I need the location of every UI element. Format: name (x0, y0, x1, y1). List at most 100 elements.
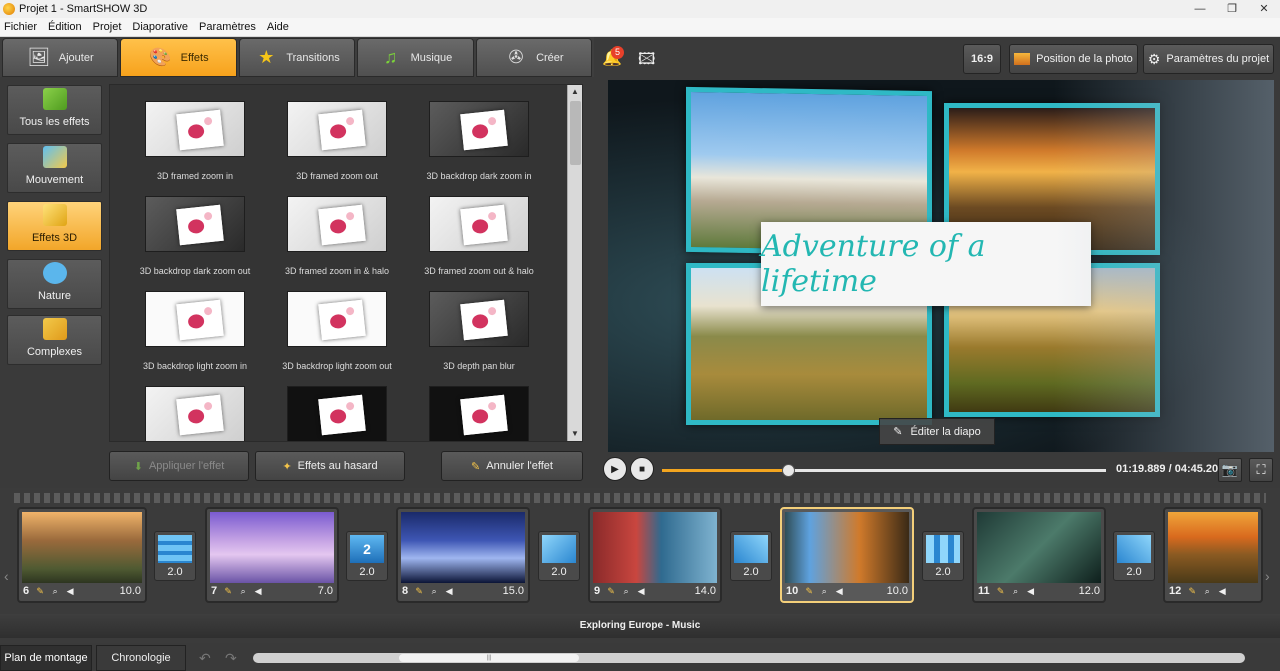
minimize-button[interactable]: — (1184, 0, 1216, 18)
effect-item[interactable]: 3D backdrop light zoom out (272, 291, 402, 383)
apply-effect-button[interactable]: ⬇ Appliquer l'effet (109, 451, 249, 481)
chevron-right-icon[interactable]: › (1265, 568, 1270, 584)
photo-position-button[interactable]: Position de la photo (1009, 44, 1138, 74)
effect-item[interactable] (130, 386, 260, 441)
fullscreen-button[interactable]: ⛶ (1249, 458, 1273, 482)
effect-item[interactable]: 3D backdrop light zoom in (130, 291, 260, 383)
tab-creer[interactable]: ✇ Créer (475, 38, 593, 77)
sound-icon[interactable]: ◀ (636, 586, 646, 596)
sound-icon[interactable]: ◀ (1217, 586, 1227, 596)
category-nature[interactable]: Nature (7, 259, 102, 309)
tab-transitions[interactable]: ★ Transitions (238, 38, 356, 77)
transition-image (926, 535, 960, 563)
transition-thumbnail[interactable]: 2 2.0 (346, 531, 388, 581)
stop-button[interactable]: ■ (630, 457, 654, 481)
effect-item[interactable]: 3D backdrop dark zoom in (414, 101, 544, 193)
slide-thumbnail[interactable]: 8 ✎ ⌕ ◀ 15.0 (396, 507, 530, 603)
transition-thumbnail[interactable]: 2.0 (922, 531, 964, 581)
redo-icon[interactable]: ↷ (225, 650, 237, 667)
maximize-button[interactable]: ❐ (1216, 0, 1248, 18)
project-settings-button[interactable]: ⚙ Paramètres du projet (1143, 44, 1274, 74)
tab-ajouter[interactable]: 🖼 Ajouter (2, 38, 119, 77)
category-complex[interactable]: Complexes (7, 315, 102, 365)
menu-fichier[interactable]: Fichier (4, 21, 37, 33)
slide-title-text: Adventure of a lifetime (761, 222, 1091, 306)
pencil-icon[interactable]: ✎ (1187, 586, 1197, 596)
menu-parametres[interactable]: Paramètres (199, 21, 256, 33)
snapshot-button[interactable]: 📷 (1218, 458, 1242, 482)
transition-thumbnail[interactable]: 2.0 (538, 531, 580, 581)
tab-timeline[interactable]: Chronologie (96, 645, 186, 671)
aspect-ratio-button[interactable]: 16:9 (963, 44, 1001, 74)
zoom-icon[interactable]: ⌕ (429, 586, 439, 596)
pencil-icon[interactable]: ✎ (223, 586, 233, 596)
slide-thumbnail[interactable]: 11 ✎ ⌕ ◀ 12.0 (972, 507, 1106, 603)
sound-icon[interactable]: ◀ (65, 586, 75, 596)
zoom-icon[interactable]: ⌕ (238, 586, 248, 596)
pencil-icon[interactable]: ✎ (414, 586, 424, 596)
zoom-icon[interactable]: ⌕ (819, 586, 829, 596)
tab-musique[interactable]: ♫ Musique (357, 38, 474, 77)
effect-item[interactable]: 3D backdrop dark zoom out (130, 196, 260, 288)
effect-item[interactable]: 3D framed zoom out (272, 101, 402, 193)
scroll-up-icon[interactable]: ▲ (568, 85, 582, 99)
sound-icon[interactable]: ◀ (253, 586, 263, 596)
category-label: Nature (37, 290, 72, 302)
effect-item[interactable] (414, 386, 544, 441)
slide-number: 12 (1169, 584, 1182, 597)
zoom-icon[interactable]: ⌕ (621, 586, 631, 596)
zoom-icon[interactable]: ⌕ (50, 586, 60, 596)
scroll-down-icon[interactable]: ▼ (568, 427, 582, 441)
sound-icon[interactable]: ◀ (1026, 586, 1036, 596)
slide-thumbnail[interactable]: 7 ✎ ⌕ ◀ 7.0 (205, 507, 339, 603)
menu-edition[interactable]: Édition (48, 21, 82, 33)
transition-thumbnail[interactable]: 2.0 (730, 531, 772, 581)
effect-item[interactable]: 3D framed zoom out & halo (414, 196, 544, 288)
menu-aide[interactable]: Aide (267, 21, 289, 33)
play-button[interactable]: ▶ (603, 457, 627, 481)
pencil-icon[interactable]: ✎ (606, 586, 616, 596)
category-all-effects[interactable]: Tous les effets (7, 85, 102, 135)
menu-projet[interactable]: Projet (93, 21, 122, 33)
category-3d-effects[interactable]: Effets 3D (7, 201, 102, 251)
slide-thumbnail-selected[interactable]: 10 ✎ ⌕ ◀ 10.0 (780, 507, 914, 603)
scrollbar-thumb[interactable] (570, 101, 581, 165)
sound-icon[interactable]: ◀ (444, 586, 454, 596)
undo-icon[interactable]: ↶ (199, 650, 211, 667)
effects-scrollbar[interactable]: ▲ ▼ (567, 85, 582, 441)
cancel-effect-button[interactable]: ✎ Annuler l'effet (441, 451, 583, 481)
effect-item[interactable]: 3D depth pan blur (414, 291, 544, 383)
effect-thumbnail (145, 291, 245, 347)
playback-progress[interactable] (662, 464, 1106, 477)
pencil-icon[interactable]: ✎ (996, 586, 1006, 596)
chevron-left-icon[interactable]: ‹ (4, 568, 9, 584)
tab-effets[interactable]: 🎨 Effets (120, 38, 237, 77)
slide-thumbnail[interactable]: 6 ✎ ⌕ ◀ 10.0 (17, 507, 147, 603)
music-track[interactable]: Exploring Europe - Music (0, 614, 1280, 638)
pencil-icon[interactable]: ✎ (35, 586, 45, 596)
slide-preview[interactable]: Adventure of a lifetime ✎ Éditer la diap… (608, 80, 1274, 452)
pencil-icon[interactable]: ✎ (804, 586, 814, 596)
photo-icon[interactable]: 🖾 (638, 48, 660, 68)
transition-thumbnail[interactable]: 2.0 (1113, 531, 1155, 581)
slide-thumbnail[interactable]: 12 ✎ ⌕ ◀ (1163, 507, 1263, 603)
transition-thumbnail[interactable]: 2.0 (154, 531, 196, 581)
transition-image (158, 535, 192, 563)
tab-storyboard[interactable]: Plan de montage (0, 645, 92, 671)
edit-slide-button[interactable]: ✎ Éditer la diapo (879, 418, 995, 445)
category-movement[interactable]: Mouvement (7, 143, 102, 193)
slide-thumbnail[interactable]: 9 ✎ ⌕ ◀ 14.0 (588, 507, 722, 603)
progress-handle[interactable] (781, 464, 795, 477)
random-effects-button[interactable]: ✦ Effets au hasard (255, 451, 405, 481)
sound-icon[interactable]: ◀ (834, 586, 844, 596)
effect-item[interactable]: 3D framed zoom in & halo (272, 196, 402, 288)
storyboard-scrollbar[interactable]: ||| (253, 653, 1245, 663)
scrollbar-thumb[interactable]: ||| (399, 654, 579, 662)
effect-item[interactable]: 3D framed zoom in (130, 101, 260, 193)
effect-label: 3D backdrop dark zoom out (139, 266, 251, 276)
zoom-icon[interactable]: ⌕ (1202, 586, 1212, 596)
menu-diaporative[interactable]: Diaporative (132, 21, 188, 33)
effect-item[interactable] (272, 386, 402, 441)
zoom-icon[interactable]: ⌕ (1011, 586, 1021, 596)
close-button[interactable]: ✕ (1248, 0, 1280, 18)
